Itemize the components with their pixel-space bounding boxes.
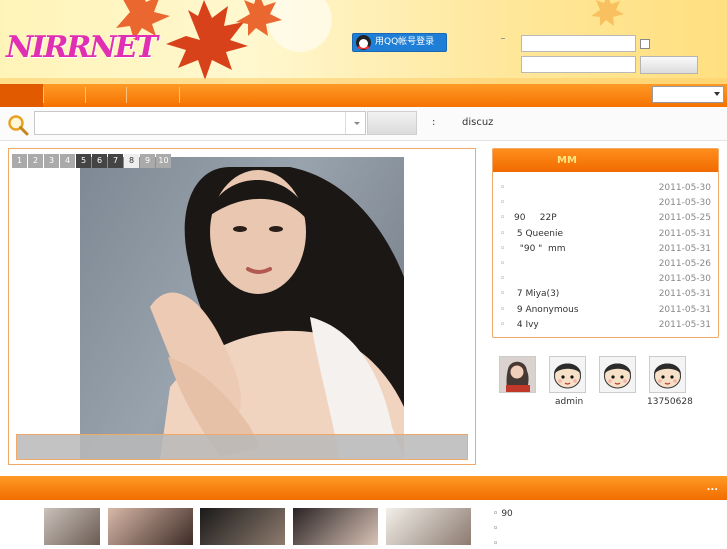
photo-avatar-icon	[500, 357, 535, 392]
mm-item-date: 2011-05-31	[658, 289, 711, 300]
search-input[interactable]	[34, 111, 366, 135]
slideshow-page-button[interactable]: 5	[76, 154, 91, 168]
mm-list-item[interactable]: ◦ 90 22P 2011-05-25	[500, 211, 712, 226]
member-avatar[interactable]	[649, 356, 686, 393]
bullet-icon: ◦	[500, 213, 506, 224]
slideshow-image[interactable]	[80, 157, 404, 460]
mm-item-date: 2011-05-25	[658, 213, 711, 224]
bottom-list-text[interactable]: 90	[501, 509, 512, 519]
slideshow-page-button[interactable]: 3	[44, 154, 59, 168]
remember-me-checkbox[interactable]	[640, 39, 650, 49]
default-avatar-icon	[600, 357, 635, 392]
bullet-icon: ◦	[500, 259, 506, 269]
bullet-icon: ◦	[493, 524, 499, 534]
site-logo[interactable]: NIRRNET	[6, 30, 158, 65]
qq-login-button[interactable]: 用QQ帐号登录	[352, 33, 447, 52]
member-avatar[interactable]	[499, 356, 536, 393]
search-type-dropdown[interactable]	[345, 112, 366, 134]
nav-divider	[43, 87, 44, 103]
slideshow-page-button[interactable]: 4	[60, 154, 75, 168]
mm-list-item[interactable]: ◦ 2011-05-30	[500, 272, 712, 287]
mm-list-item[interactable]: ◦ 4 Ivy 2011-05-31	[500, 318, 712, 333]
bullet-icon: ◦	[500, 304, 506, 315]
bullet-icon: ◦	[500, 183, 506, 193]
mm-item-title[interactable]: 4 Ivy	[514, 318, 539, 333]
chevron-down-icon	[354, 122, 360, 125]
mm-item-date: 2011-05-31	[658, 304, 711, 315]
hot-search-label: :	[432, 117, 436, 128]
slideshow-page-button[interactable]: 1	[12, 154, 27, 168]
slideshow-page-button[interactable]: 10	[156, 154, 171, 168]
mm-list-item[interactable]: ◦ "90 " mm 2011-05-31	[500, 242, 712, 257]
bullet-icon: ◦	[500, 319, 506, 330]
slideshow-page-button[interactable]: 9	[140, 154, 155, 168]
mm-item-title[interactable]: 5 Queenie	[514, 227, 563, 242]
login-button[interactable]	[640, 56, 698, 74]
mm-list-item[interactable]: ◦ 5 Queenie 2011-05-31	[500, 227, 712, 242]
mm-item-date: 2011-05-31	[658, 228, 711, 239]
nav-divider	[126, 87, 127, 103]
gallery-thumbnail[interactable]	[386, 508, 471, 545]
gallery-thumbnail[interactable]	[293, 508, 378, 545]
nav-divider	[179, 87, 180, 103]
nav-item-home[interactable]	[0, 84, 43, 107]
bottom-list-item[interactable]: ◦	[493, 539, 501, 549]
slideshow-page-button[interactable]: 7	[108, 154, 123, 168]
mm-list-item[interactable]: ◦ 7 Miya(3) 2011-05-31	[500, 287, 712, 302]
bullet-icon: ◦	[493, 509, 499, 519]
search-magnifier-icon	[8, 115, 29, 136]
slideshow-page-button[interactable]: 8	[124, 154, 139, 168]
mm-item-date: 2011-05-30	[658, 198, 711, 209]
bullet-icon: ◦	[500, 274, 506, 285]
mm-list-item[interactable]: ◦ 2011-05-30	[500, 181, 712, 196]
search-button[interactable]	[367, 111, 417, 135]
mm-item-date: 2011-05-31	[658, 243, 711, 254]
member-avatar[interactable]	[549, 356, 586, 393]
bullet-icon: ◦	[500, 198, 506, 209]
nav-divider	[85, 87, 86, 103]
mm-list-item[interactable]: ◦ 2011-05-26	[500, 257, 712, 272]
username-input[interactable]	[521, 35, 636, 52]
chevron-down-icon	[714, 92, 720, 96]
member-avatar[interactable]	[599, 356, 636, 393]
slideshow-caption	[16, 434, 468, 460]
default-avatar-icon	[650, 357, 685, 392]
login-separator	[501, 38, 505, 39]
hot-search-link[interactable]: discuz	[462, 117, 493, 128]
portrait-photo	[150, 167, 404, 460]
mm-item-date: 2011-05-26	[658, 259, 711, 269]
mm-item-title[interactable]: 90 22P	[514, 211, 557, 226]
member-name[interactable]: 13750628	[647, 397, 693, 407]
mm-item-date: 2011-05-31	[658, 319, 711, 330]
bullet-icon: ◦	[493, 539, 499, 549]
gallery-thumbnail[interactable]	[44, 508, 100, 545]
default-avatar-icon	[550, 357, 585, 392]
bottom-list-item[interactable]: ◦	[493, 524, 501, 534]
mm-panel-title: MM	[493, 149, 718, 172]
mm-list-item[interactable]: ◦ 9 Anonymous 2011-05-31	[500, 303, 712, 318]
gallery-thumbnail[interactable]	[200, 508, 285, 545]
qq-login-label: 用QQ帐号登录	[375, 37, 435, 47]
bullet-icon: ◦	[500, 289, 506, 300]
qq-penguin-icon	[356, 35, 371, 50]
more-link[interactable]: ...	[707, 482, 718, 493]
slideshow-page-button[interactable]: 6	[92, 154, 107, 168]
member-name[interactable]: admin	[555, 397, 583, 407]
mm-list-item[interactable]: ◦ 2011-05-30	[500, 196, 712, 211]
bullet-icon: ◦	[500, 243, 506, 254]
bullet-icon: ◦	[500, 228, 506, 239]
slideshow-page-button[interactable]: 2	[28, 154, 43, 168]
password-input[interactable]	[521, 56, 636, 73]
nav-dropdown[interactable]	[652, 86, 724, 103]
mm-item-date: 2011-05-30	[658, 183, 711, 193]
gallery-thumbnail[interactable]	[108, 508, 193, 545]
mm-item-title[interactable]: 9 Anonymous	[514, 303, 579, 318]
bottom-list-item[interactable]: ◦ 90	[493, 509, 513, 519]
main-nav	[0, 84, 727, 107]
mm-item-title[interactable]: "90 " mm	[514, 242, 566, 257]
section-header-bar	[0, 476, 727, 500]
mm-item-title[interactable]: 7 Miya(3)	[514, 287, 559, 302]
mm-item-date: 2011-05-30	[658, 274, 711, 285]
